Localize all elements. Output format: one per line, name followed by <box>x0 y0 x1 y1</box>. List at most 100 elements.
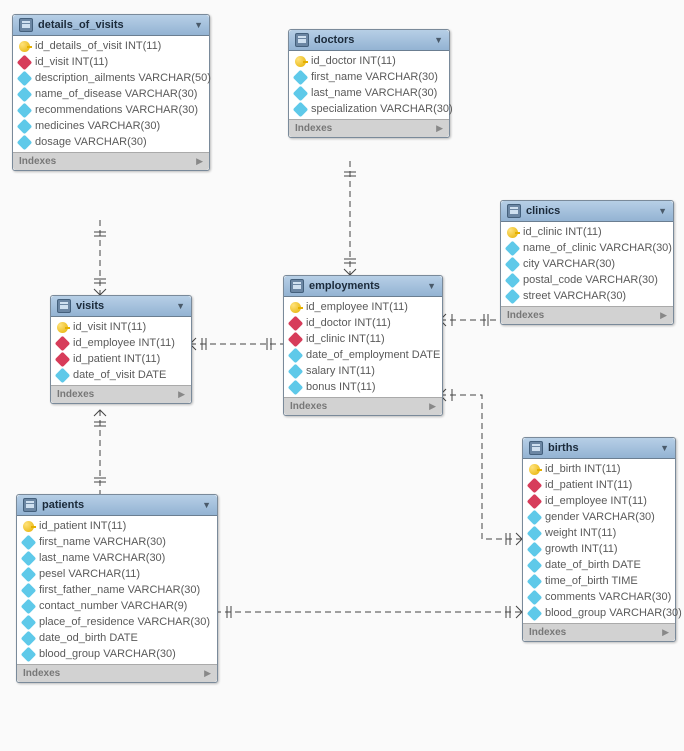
column-row[interactable]: name_of_clinic VARCHAR(30) <box>501 240 673 256</box>
column-row[interactable]: salary INT(11) <box>284 363 442 379</box>
primary-key-icon <box>529 464 540 475</box>
column-row[interactable]: id_employee INT(11) <box>284 299 442 315</box>
indexes-section[interactable]: Indexes▶ <box>17 664 217 682</box>
column-row[interactable]: last_name VARCHAR(30) <box>289 85 449 101</box>
field-icon <box>527 541 543 557</box>
field-icon <box>527 589 543 605</box>
column-row[interactable]: id_visit INT(11) <box>51 319 191 335</box>
primary-key-icon <box>295 56 306 67</box>
column-row[interactable]: blood_group VARCHAR(30) <box>17 646 217 662</box>
column-row[interactable]: description_ailments VARCHAR(50) <box>13 70 209 86</box>
field-icon <box>505 240 521 256</box>
table-header[interactable]: employments ▼ <box>284 276 442 297</box>
field-icon <box>17 102 33 118</box>
table-icon <box>529 441 543 455</box>
column-row[interactable]: id_doctor INT(11) <box>284 315 442 331</box>
column-row[interactable]: id_patient INT(11) <box>51 351 191 367</box>
field-icon <box>527 525 543 541</box>
field-icon <box>527 573 543 589</box>
column-row[interactable]: comments VARCHAR(30) <box>523 589 675 605</box>
indexes-section[interactable]: Indexes▶ <box>284 397 442 415</box>
column-row[interactable]: id_visit INT(11) <box>13 54 209 70</box>
column-row[interactable]: specialization VARCHAR(30) <box>289 101 449 117</box>
field-icon <box>293 101 309 117</box>
indexes-section[interactable]: Indexes▶ <box>501 306 673 324</box>
table-header[interactable]: births ▼ <box>523 438 675 459</box>
expand-icon: ▶ <box>196 156 203 167</box>
column-row[interactable]: id_birth INT(11) <box>523 461 675 477</box>
primary-key-icon <box>290 302 301 313</box>
table-clinics[interactable]: clinics ▼ id_clinic INT(11) name_of_clin… <box>500 200 674 325</box>
column-row[interactable]: time_of_birth TIME <box>523 573 675 589</box>
table-header[interactable]: clinics ▼ <box>501 201 673 222</box>
field-icon <box>21 566 37 582</box>
collapse-icon[interactable]: ▼ <box>202 500 211 510</box>
collapse-icon[interactable]: ▼ <box>660 443 669 453</box>
column-row[interactable]: first_name VARCHAR(30) <box>17 534 217 550</box>
column-row[interactable]: id_patient INT(11) <box>17 518 217 534</box>
table-header[interactable]: visits ▼ <box>51 296 191 317</box>
expand-icon: ▶ <box>660 310 667 321</box>
table-births[interactable]: births ▼ id_birth INT(11) id_patient INT… <box>522 437 676 642</box>
table-header[interactable]: details_of_visits ▼ <box>13 15 209 36</box>
expand-icon: ▶ <box>429 401 436 412</box>
table-title: details_of_visits <box>38 19 194 31</box>
column-row[interactable]: date_od_birth DATE <box>17 630 217 646</box>
table-employments[interactable]: employments ▼ id_employee INT(11) id_doc… <box>283 275 443 416</box>
column-row[interactable]: date_of_visit DATE <box>51 367 191 383</box>
table-title: patients <box>42 499 202 511</box>
column-row[interactable]: bonus INT(11) <box>284 379 442 395</box>
column-row[interactable]: contact_number VARCHAR(9) <box>17 598 217 614</box>
column-row[interactable]: date_of_birth DATE <box>523 557 675 573</box>
column-row[interactable]: first_father_name VARCHAR(30) <box>17 582 217 598</box>
foreign-key-icon <box>527 477 543 493</box>
field-icon <box>21 630 37 646</box>
column-row[interactable]: date_of_employment DATE <box>284 347 442 363</box>
collapse-icon[interactable]: ▼ <box>194 20 203 30</box>
indexes-section[interactable]: Indexes▶ <box>289 119 449 137</box>
table-icon <box>23 498 37 512</box>
column-row[interactable]: id_clinic INT(11) <box>284 331 442 347</box>
foreign-key-icon <box>288 331 304 347</box>
column-row[interactable]: last_name VARCHAR(30) <box>17 550 217 566</box>
column-row[interactable]: weight INT(11) <box>523 525 675 541</box>
expand-icon: ▶ <box>178 389 185 400</box>
column-row[interactable]: gender VARCHAR(30) <box>523 509 675 525</box>
column-row[interactable]: id_doctor INT(11) <box>289 53 449 69</box>
column-row[interactable]: growth INT(11) <box>523 541 675 557</box>
column-row[interactable]: blood_group VARCHAR(30) <box>523 605 675 621</box>
column-row[interactable]: medicines VARCHAR(30) <box>13 118 209 134</box>
column-row[interactable]: recommendations VARCHAR(30) <box>13 102 209 118</box>
column-row[interactable]: dosage VARCHAR(30) <box>13 134 209 150</box>
field-icon <box>17 70 33 86</box>
indexes-section[interactable]: Indexes▶ <box>523 623 675 641</box>
field-icon <box>17 86 33 102</box>
table-header[interactable]: patients ▼ <box>17 495 217 516</box>
table-visits[interactable]: visits ▼ id_visit INT(11) id_employee IN… <box>50 295 192 404</box>
column-row[interactable]: name_of_disease VARCHAR(30) <box>13 86 209 102</box>
column-row[interactable]: id_patient INT(11) <box>523 477 675 493</box>
field-icon <box>21 598 37 614</box>
column-row[interactable]: id_employee INT(11) <box>523 493 675 509</box>
indexes-section[interactable]: Indexes▶ <box>51 385 191 403</box>
table-icon <box>57 299 71 313</box>
table-patients[interactable]: patients ▼ id_patient INT(11) first_name… <box>16 494 218 683</box>
table-details-of-visits[interactable]: details_of_visits ▼ id_details_of_visit … <box>12 14 210 171</box>
column-row[interactable]: place_of_residence VARCHAR(30) <box>17 614 217 630</box>
field-icon <box>288 363 304 379</box>
column-row[interactable]: street VARCHAR(30) <box>501 288 673 304</box>
collapse-icon[interactable]: ▼ <box>427 281 436 291</box>
table-header[interactable]: doctors ▼ <box>289 30 449 51</box>
column-row[interactable]: id_clinic INT(11) <box>501 224 673 240</box>
table-doctors[interactable]: doctors ▼ id_doctor INT(11) first_name V… <box>288 29 450 138</box>
column-row[interactable]: first_name VARCHAR(30) <box>289 69 449 85</box>
column-row[interactable]: id_details_of_visit INT(11) <box>13 38 209 54</box>
indexes-section[interactable]: Indexes▶ <box>13 152 209 170</box>
collapse-icon[interactable]: ▼ <box>658 206 667 216</box>
column-row[interactable]: pesel VARCHAR(11) <box>17 566 217 582</box>
column-row[interactable]: city VARCHAR(30) <box>501 256 673 272</box>
column-row[interactable]: id_employee INT(11) <box>51 335 191 351</box>
collapse-icon[interactable]: ▼ <box>434 35 443 45</box>
column-row[interactable]: postal_code VARCHAR(30) <box>501 272 673 288</box>
collapse-icon[interactable]: ▼ <box>176 301 185 311</box>
